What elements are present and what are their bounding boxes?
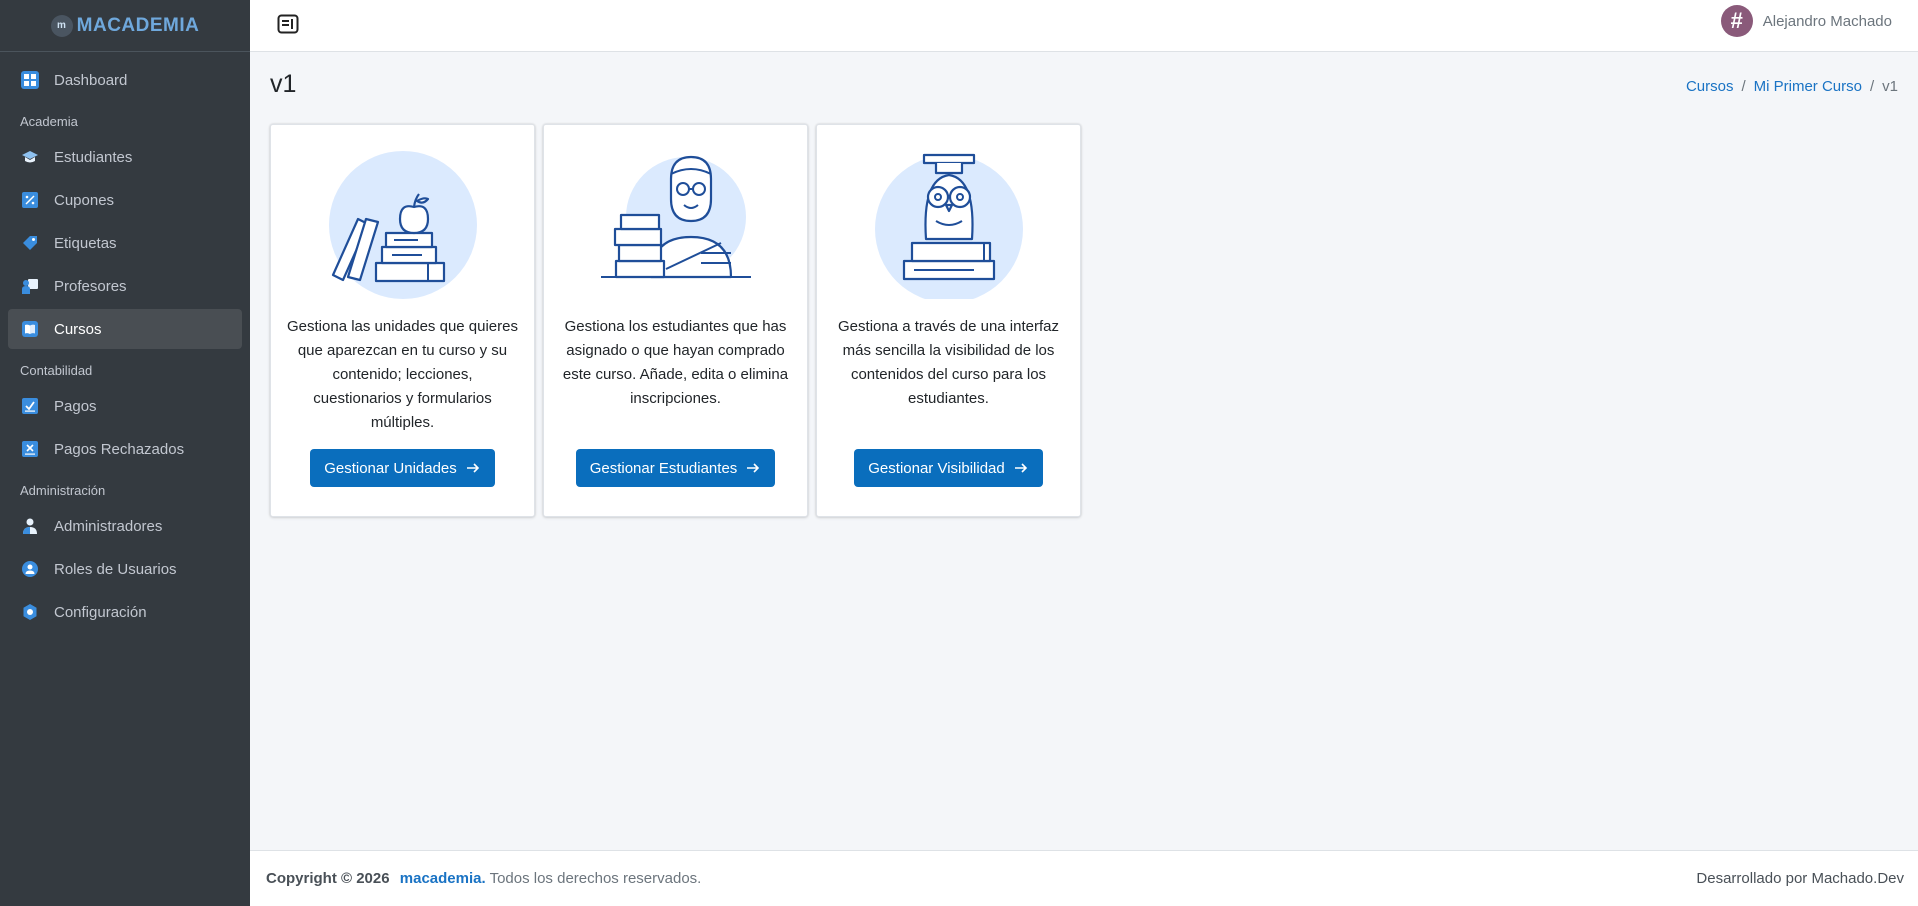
- rights-text: Todos los derechos reservados.: [489, 870, 702, 887]
- brand-logo: m MACADEMIA: [50, 14, 200, 37]
- sidebar-item-configuracion[interactable]: Configuración: [8, 592, 242, 632]
- sidebar-item-cursos[interactable]: Cursos: [8, 309, 242, 349]
- sidebar-item-roles-de-usuarios[interactable]: Roles de Usuarios: [8, 549, 242, 589]
- breadcrumb-separator: /: [1869, 78, 1875, 95]
- sidebar-item-dashboard[interactable]: Dashboard: [8, 60, 242, 100]
- button-label: Gestionar Unidades: [324, 459, 457, 477]
- card-visibilidad: Gestiona a través de una interfaz más se…: [816, 124, 1081, 517]
- sidebar-item-label: Roles de Usuarios: [54, 560, 177, 578]
- sidebar-item-label: Etiquetas: [54, 234, 117, 252]
- sidebar-toggle-icon[interactable]: [277, 14, 299, 34]
- dashboard-icon: [20, 70, 40, 90]
- teacher-icon: [20, 276, 40, 296]
- book-open-icon: [20, 319, 40, 339]
- arrow-right-icon: [1014, 463, 1027, 473]
- sidebar-nav: Dashboard Academia Estudiantes Cupones E…: [0, 52, 250, 643]
- sidebar-item-profesores[interactable]: Profesores: [8, 266, 242, 306]
- button-label: Gestionar Estudiantes: [589, 459, 738, 477]
- breadcrumb: Cursos / Mi Primer Curso / v1: [1686, 78, 1898, 95]
- coupon-icon: [20, 190, 40, 210]
- breadcrumb-separator: /: [1741, 78, 1746, 95]
- student-books-illustration: [591, 149, 761, 299]
- footer: Copyright © 2026 macademia. Todos los de…: [250, 850, 1918, 906]
- sidebar-item-administradores[interactable]: Administradores: [8, 506, 242, 546]
- sidebar-item-label: Configuración: [54, 603, 147, 621]
- sidebar-item-pagos-rechazados[interactable]: Pagos Rechazados: [8, 429, 242, 469]
- page-title: v1: [270, 70, 297, 98]
- brand-mark-icon: m: [50, 14, 73, 37]
- button-label: Gestionar Visibilidad: [868, 459, 1005, 477]
- footer-copyright: Copyright © 2026 macademia. Todos los de…: [266, 870, 701, 887]
- card-unidades: Gestiona las unidades que quieres que ap…: [270, 124, 535, 517]
- sidebar-header-administracion: Administración: [20, 482, 106, 498]
- breadcrumb-item-mi-primer-curso[interactable]: Mi Primer Curso: [1754, 78, 1862, 95]
- user-icon: [20, 516, 40, 536]
- sidebar-item-label: Profesores: [54, 277, 127, 295]
- sidebar: m MACADEMIA Dashboard Academia Estudiant…: [0, 0, 250, 906]
- top-navbar: # Alejandro Machado: [250, 0, 1918, 52]
- copyright-text: Copyright © 2026: [266, 870, 390, 887]
- tag-icon: [20, 233, 40, 253]
- manage-students-button[interactable]: Gestionar Estudiantes: [575, 449, 776, 487]
- arrow-right-icon: [466, 463, 479, 473]
- sidebar-item-label: Estudiantes: [54, 148, 133, 166]
- payment-check-icon: [20, 396, 40, 416]
- owl-books-illustration: [864, 149, 1034, 303]
- sidebar-item-label: Administradores: [54, 517, 163, 535]
- avatar: #: [1720, 5, 1753, 37]
- brand-name: MACADEMIA: [76, 14, 200, 36]
- user-name: Alejandro Machado: [1762, 12, 1892, 30]
- sidebar-item-label: Pagos: [54, 397, 97, 415]
- payment-rejected-icon: [20, 439, 40, 459]
- card-estudiantes: Gestiona los estudiantes que has asignad…: [543, 124, 808, 517]
- sidebar-item-label: Pagos Rechazados: [54, 440, 185, 458]
- sidebar-item-label: Dashboard: [54, 71, 128, 89]
- sidebar-item-estudiantes[interactable]: Estudiantes: [8, 137, 242, 177]
- sidebar-header-academia: Academia: [20, 113, 78, 129]
- settings-icon: [20, 602, 40, 622]
- user-role-icon: [20, 559, 40, 579]
- brand[interactable]: m MACADEMIA: [0, 0, 250, 52]
- sidebar-header-contabilidad: Contabilidad: [20, 362, 93, 378]
- books-apple-illustration: [318, 149, 488, 299]
- manage-units-button[interactable]: Gestionar Unidades: [310, 449, 495, 487]
- sidebar-item-cupones[interactable]: Cupones: [8, 180, 242, 220]
- breadcrumb-item-current: v1: [1882, 78, 1898, 95]
- manage-visibility-button[interactable]: Gestionar Visibilidad: [854, 449, 1043, 487]
- arrow-right-icon: [747, 463, 760, 473]
- card-description: Gestiona a través de una interfaz más se…: [838, 318, 1059, 407]
- graduation-cap-icon: [20, 147, 40, 167]
- main-content: v1 Cursos / Mi Primer Curso / v1 Gestion…: [250, 52, 1918, 850]
- breadcrumb-item-cursos[interactable]: Cursos: [1686, 78, 1734, 95]
- sidebar-item-pagos[interactable]: Pagos: [8, 386, 242, 426]
- sidebar-item-label: Cursos: [54, 320, 102, 338]
- card-description: Gestiona los estudiantes que has asignad…: [562, 318, 789, 407]
- card-grid: Gestiona las unidades que quieres que ap…: [270, 124, 1081, 517]
- footer-developer: Desarrollado por Machado.Dev: [1696, 870, 1904, 887]
- footer-brand-link[interactable]: macademia.: [400, 870, 486, 887]
- sidebar-item-label: Cupones: [54, 191, 115, 209]
- sidebar-item-etiquetas[interactable]: Etiquetas: [8, 223, 242, 263]
- user-menu[interactable]: # Alejandro Machado: [1720, 4, 1892, 38]
- card-description: Gestiona las unidades que quieres que ap…: [287, 318, 518, 431]
